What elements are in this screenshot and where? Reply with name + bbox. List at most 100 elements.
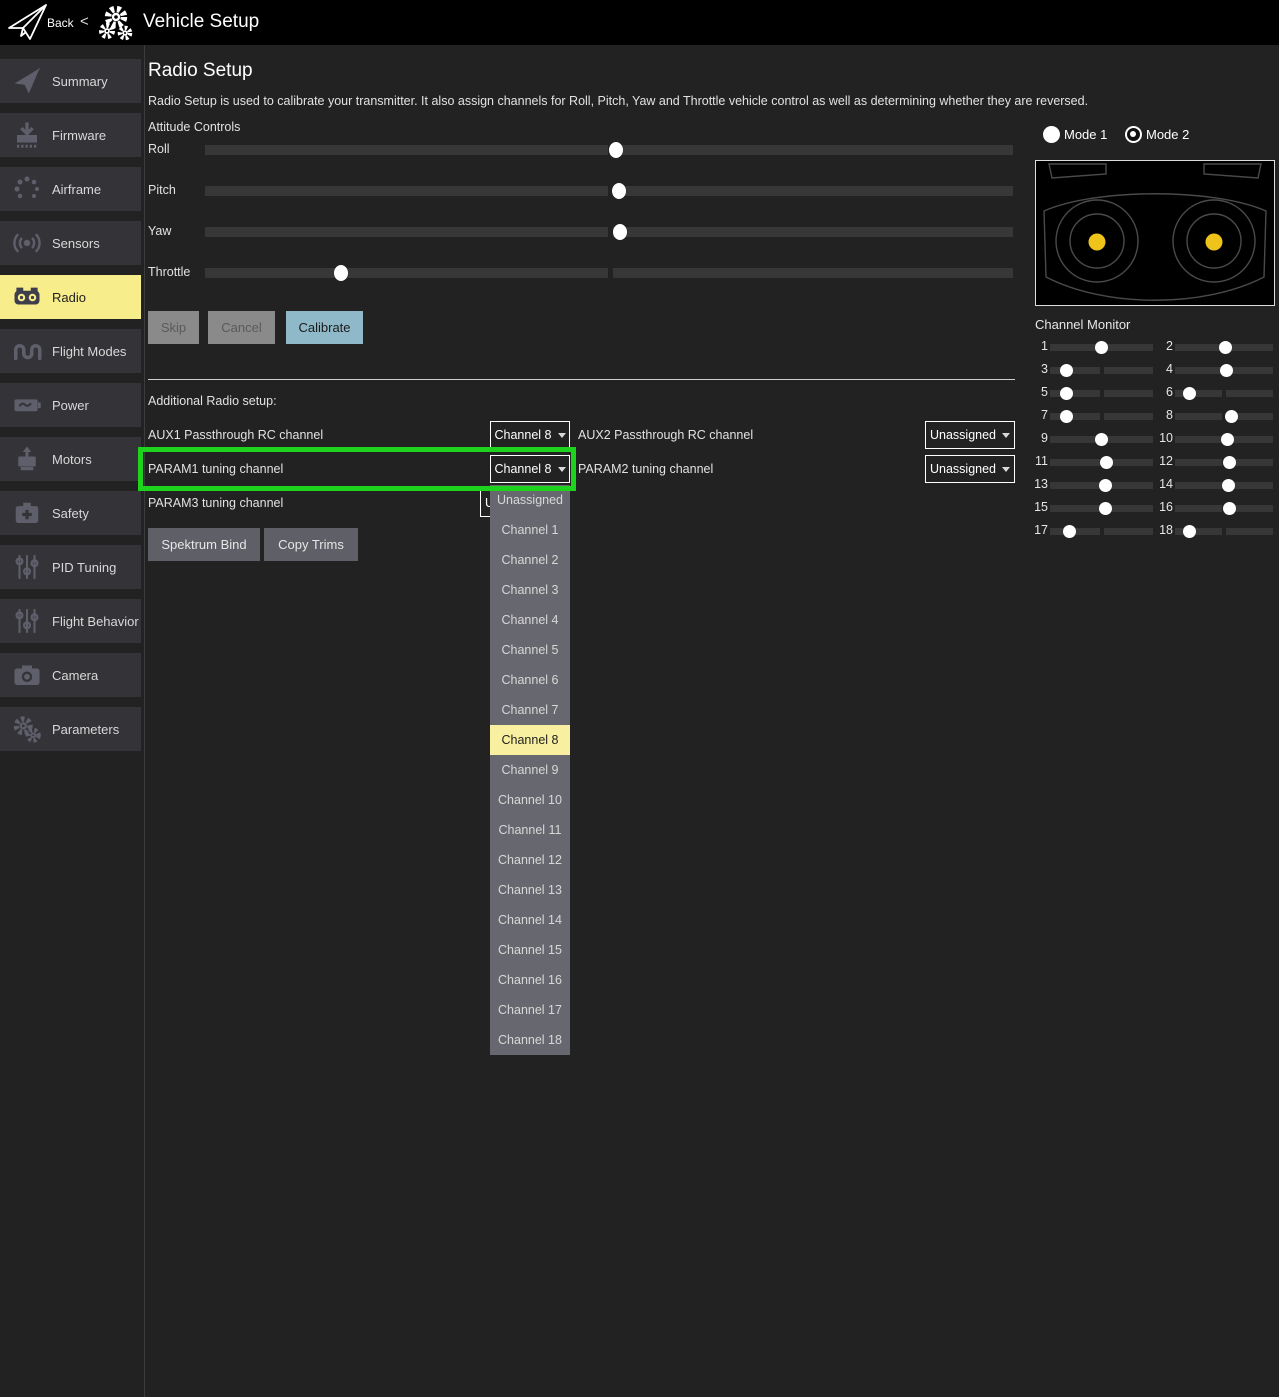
mode-2-label: Mode 2 [1146, 127, 1189, 142]
channel-15-label: 15 [1030, 500, 1048, 514]
dropdown-option-channel-16[interactable]: Channel 16 [490, 965, 570, 995]
dropdown-option-channel-10[interactable]: Channel 10 [490, 785, 570, 815]
channel-17-value-dot [1063, 525, 1076, 538]
channel-track [1175, 459, 1222, 466]
throttle-slider-handle[interactable] [334, 265, 348, 281]
channel-track [1175, 344, 1222, 351]
chevron-down-icon [558, 433, 566, 438]
yaw-slider-handle[interactable] [613, 224, 627, 240]
channel-7-label: 7 [1030, 408, 1048, 422]
pitch-slider-handle[interactable] [612, 183, 626, 199]
channel-track [1104, 528, 1154, 535]
channel-14-label: 14 [1155, 477, 1173, 491]
roll-slider-handle[interactable] [609, 142, 623, 158]
param2-tuning-label: PARAM2 tuning channel [578, 462, 713, 476]
sidebar-item-summary[interactable]: Summary [0, 59, 141, 103]
chevron-down-icon [1002, 467, 1010, 472]
mode-1-label: Mode 1 [1064, 127, 1107, 142]
channel-4-label: 4 [1155, 362, 1173, 376]
channel-14-value-dot [1222, 479, 1235, 492]
dropdown-option-channel-7[interactable]: Channel 7 [490, 695, 570, 725]
copy-trims-button[interactable]: Copy Trims [264, 528, 358, 561]
channel-track [1226, 528, 1273, 535]
channel-2-label: 2 [1155, 339, 1173, 353]
dropdown-option-channel-5[interactable]: Channel 5 [490, 635, 570, 665]
firmware-download-icon [12, 120, 42, 150]
channel-track [1104, 390, 1154, 397]
back-button[interactable]: Back [47, 16, 74, 30]
dropdown-option-channel-12[interactable]: Channel 12 [490, 845, 570, 875]
channel-16-value-dot [1223, 502, 1236, 515]
sidebar-item-motors[interactable]: Motors [0, 437, 141, 481]
dropdown-option-channel-13[interactable]: Channel 13 [490, 875, 570, 905]
sidebar-item-camera[interactable]: Camera [0, 653, 141, 697]
channel-11-value-dot [1100, 456, 1113, 469]
param1-tuning-dropdown[interactable]: Channel 8 [490, 455, 570, 483]
slider-label-yaw: Yaw [148, 224, 171, 238]
dropdown-option-channel-6[interactable]: Channel 6 [490, 665, 570, 695]
app-logo-plane-icon[interactable] [6, 2, 50, 43]
dropdown-option-channel-15[interactable]: Channel 15 [490, 935, 570, 965]
spektrum-bind-button[interactable]: Spektrum Bind [148, 528, 260, 561]
dropdown-option-channel-4[interactable]: Channel 4 [490, 605, 570, 635]
channel-track [1226, 390, 1273, 397]
sidebar-item-label: Flight Behavior [52, 614, 139, 629]
dropdown-option-channel-8[interactable]: Channel 8 [490, 725, 570, 755]
power-battery-icon [12, 390, 42, 420]
channel-9-value-dot [1095, 433, 1108, 446]
sidebar-item-sensors[interactable]: Sensors [0, 221, 141, 265]
tuning-sliders-icon [12, 606, 42, 636]
sidebar: Summary Firmware Airframe Sensors Radio Fligh… [0, 45, 145, 1397]
param2-tuning-dropdown[interactable]: Unassigned [925, 455, 1015, 483]
channel-16-label: 16 [1155, 500, 1173, 514]
dropdown-option-channel-2[interactable]: Channel 2 [490, 545, 570, 575]
channel-track [1104, 367, 1154, 374]
sidebar-item-pid-tuning[interactable]: PID Tuning [0, 545, 141, 589]
mode-2-radio[interactable] [1125, 126, 1142, 143]
dropdown-option-channel-1[interactable]: Channel 1 [490, 515, 570, 545]
radio-setup-description: Radio Setup is used to calibrate your tr… [148, 94, 1088, 108]
sidebar-item-firmware[interactable]: Firmware [0, 113, 141, 157]
channel-track [1175, 436, 1222, 443]
channel-17-label: 17 [1030, 523, 1048, 537]
skip-button[interactable]: Skip [148, 311, 199, 344]
slider-label-throttle: Throttle [148, 265, 190, 279]
dropdown-option-channel-18[interactable]: Channel 18 [490, 1025, 570, 1055]
channel-track [1175, 505, 1222, 512]
sidebar-item-parameters[interactable]: Parameters [0, 707, 141, 751]
sidebar-item-radio[interactable]: Radio [0, 275, 141, 319]
channel-dropdown-list: UnassignedChannel 1Channel 2Channel 3Cha… [490, 485, 570, 1055]
dropdown-option-channel-3[interactable]: Channel 3 [490, 575, 570, 605]
mode-1-radio[interactable] [1043, 126, 1060, 143]
slider-track [205, 145, 608, 155]
channel-track [1050, 367, 1100, 374]
aux1-passthrough-dropdown[interactable]: Channel 8 [490, 421, 570, 449]
sidebar-item-label: Summary [52, 74, 108, 89]
dropdown-option-channel-14[interactable]: Channel 14 [490, 905, 570, 935]
sidebar-item-label: PID Tuning [52, 560, 116, 575]
sidebar-item-flight-behavior[interactable]: Flight Behavior [0, 599, 141, 643]
channel-6-value-dot [1183, 387, 1196, 400]
dropdown-option-channel-11[interactable]: Channel 11 [490, 815, 570, 845]
sidebar-item-airframe[interactable]: Airframe [0, 167, 141, 211]
slider-label-roll: Roll [148, 142, 170, 156]
channel-8-label: 8 [1155, 408, 1173, 422]
cancel-button[interactable]: Cancel [208, 311, 275, 344]
sidebar-item-label: Sensors [52, 236, 100, 251]
param3-tuning-label: PARAM3 tuning channel [148, 496, 283, 510]
channel-track [1175, 482, 1222, 489]
section-divider [148, 379, 1015, 380]
dropdown-option-channel-17[interactable]: Channel 17 [490, 995, 570, 1025]
dropdown-option-channel-9[interactable]: Channel 9 [490, 755, 570, 785]
aux2-passthrough-dropdown[interactable]: Unassigned [925, 421, 1015, 449]
sidebar-item-safety[interactable]: Safety [0, 491, 141, 535]
channel-18-value-dot [1183, 525, 1196, 538]
calibrate-button[interactable]: Calibrate [286, 311, 363, 344]
channel-13-label: 13 [1030, 477, 1048, 491]
channel-18-label: 18 [1155, 523, 1173, 537]
channel-13-value-dot [1099, 479, 1112, 492]
dropdown-option-unassigned[interactable]: Unassigned [490, 485, 570, 515]
sidebar-item-power[interactable]: Power [0, 383, 141, 427]
slider-track [205, 268, 608, 278]
sidebar-item-flight-modes[interactable]: Flight Modes [0, 329, 141, 373]
